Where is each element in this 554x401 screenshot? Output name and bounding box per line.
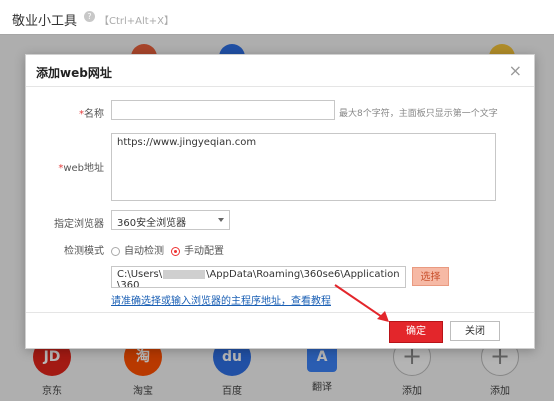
add-web-url-dialog: 添加web网址 × *名称 最大8个字符，主面板只显示第一个文字 *web地址 … <box>25 54 535 349</box>
dialog-title: 添加web网址 <box>36 66 112 80</box>
select-path-button[interactable]: 选择 <box>412 267 449 286</box>
close-button[interactable]: 关闭 <box>450 321 500 341</box>
browser-select-value: 360安全浏览器 <box>117 218 187 229</box>
name-hint: 最大8个字符，主面板只显示第一个文字 <box>339 109 498 119</box>
radio-manual-config[interactable]: 手动配置 <box>171 242 224 257</box>
confirm-button[interactable]: 确定 <box>389 321 443 343</box>
redacted-username <box>163 269 206 279</box>
radio-auto-detect[interactable]: 自动检测 <box>111 242 164 257</box>
arrow-pointer-icon <box>334 284 389 322</box>
url-textarea[interactable]: https://www.jingyeqian.com <box>111 133 496 201</box>
chevron-down-icon <box>218 218 224 222</box>
app-title: 敬业小工具 <box>12 14 78 29</box>
hotkey-text: 【Ctrl+Alt+X】 <box>99 16 174 27</box>
close-icon[interactable]: × <box>509 61 522 80</box>
mode-label: 检测模式 <box>64 246 104 257</box>
radio-icon <box>111 246 120 256</box>
url-label: *web地址 <box>58 163 104 174</box>
browser-label: 指定浏览器 <box>54 219 104 230</box>
help-icon[interactable]: ? <box>84 11 95 22</box>
name-input[interactable] <box>111 100 335 120</box>
title-bar: 敬业小工具 ? 【Ctrl+Alt+X】 <box>0 0 554 35</box>
radio-checked-icon <box>171 246 180 256</box>
name-label: *名称 <box>79 109 104 120</box>
divider <box>26 86 534 87</box>
browser-select[interactable]: 360安全浏览器 <box>111 210 230 230</box>
divider <box>26 312 534 313</box>
help-tutorial-link[interactable]: 请准确选择或输入浏览器的主程序地址，查看教程 <box>111 292 331 307</box>
